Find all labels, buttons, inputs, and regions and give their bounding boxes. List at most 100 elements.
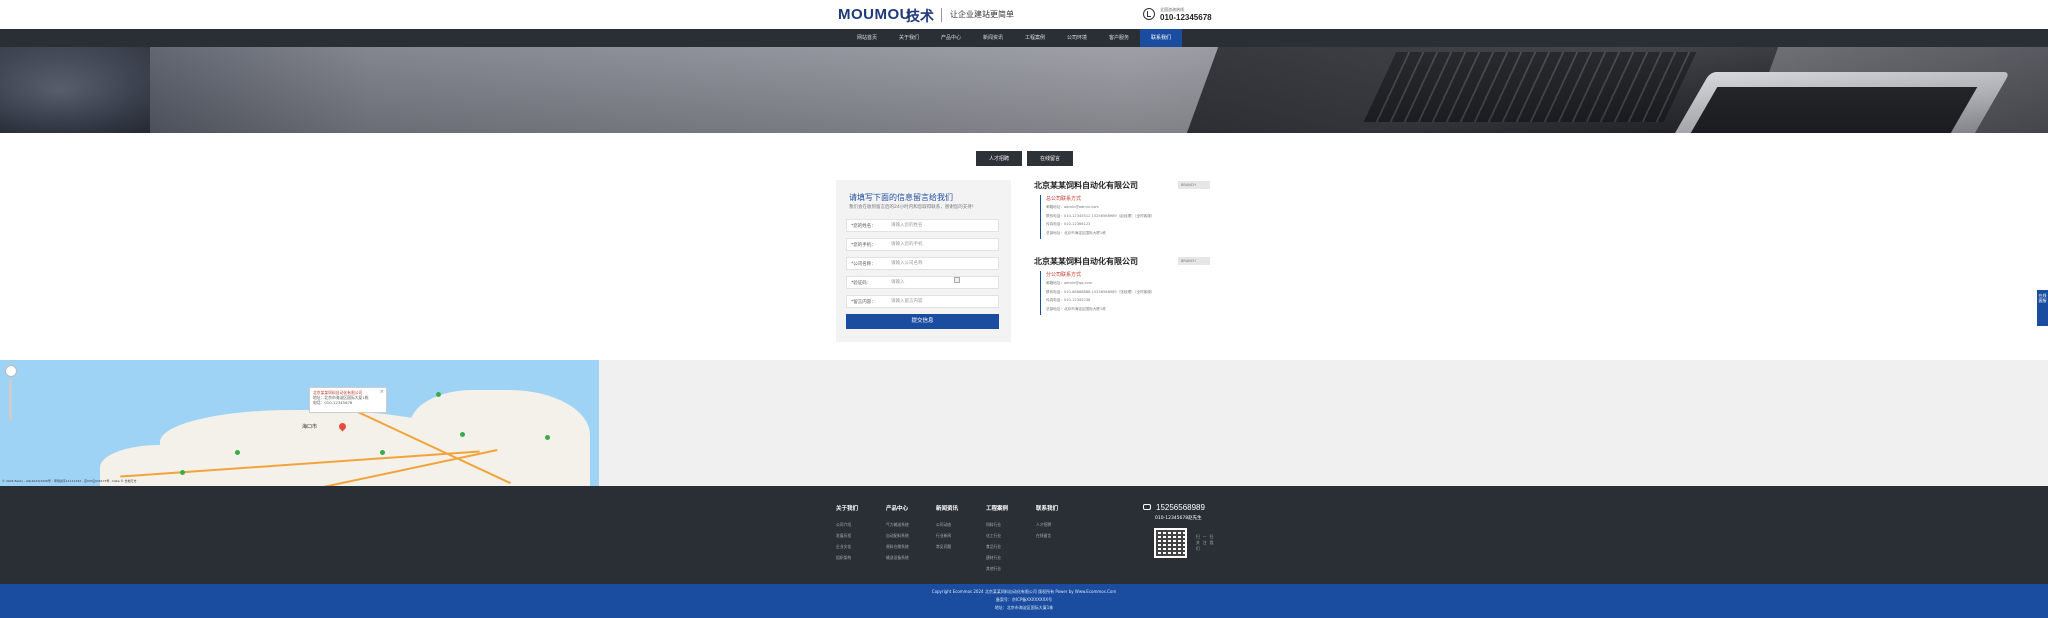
field-label: *验证码： [851, 281, 872, 286]
phone-icon [1143, 504, 1151, 510]
footer-link[interactable]: 公司介绍 [836, 522, 858, 528]
company-contact: 分公司联系方式 邮箱地址：admin@qq.com 联系电话：010-88888… [1040, 271, 1210, 315]
map-info-window: × 北京某某饲料自动化有限公司 地址：北京市海淀区国际大厦1栋 电话：010-1… [309, 387, 387, 413]
footer-link[interactable]: 自动配料系统 [886, 533, 909, 539]
map-poi [460, 432, 465, 437]
footer-link[interactable]: 企业文化 [836, 544, 858, 550]
footer-link[interactable]: 食品行业 [986, 544, 1008, 550]
map-land-east [410, 390, 590, 486]
icp-line[interactable]: 备案号：京ICP备XXXXXXXX号 [0, 597, 2048, 603]
footer-phone: 15256568989 [1156, 503, 1205, 512]
contact-address: 总部地址：北京市海淀区国际大厦1栋 [1046, 230, 1106, 235]
contact-phone: 联系电话：010-88888888 15256568989（张经理）（全时客服） [1046, 289, 1155, 294]
slogan: 让企业建站更简单 [950, 10, 1014, 19]
footer-link[interactable]: 输送设备系统 [886, 555, 909, 561]
footer-link[interactable]: 原料仓储系统 [886, 544, 909, 550]
footer-col-title[interactable]: 产品中心 [886, 504, 909, 512]
side-service-tab[interactable]: 在线客服 [2037, 290, 2048, 326]
nav-item-cases[interactable]: 工程案例 [1014, 29, 1056, 47]
nav-item-news[interactable]: 新闻资讯 [972, 29, 1014, 47]
copyright-bar: Copyright Ecommos 2024 北京某某饲料自动化有限公司 版权所… [0, 584, 2048, 618]
footer [0, 486, 2048, 584]
field-label: *公司名称： [851, 262, 876, 267]
footer-link[interactable]: 发展历程 [836, 533, 858, 539]
map-poi [436, 392, 441, 397]
company-name: 北京某某饲料自动化有限公司 [1034, 181, 1138, 190]
baidu-map[interactable] [0, 360, 599, 486]
logo-text-cn[interactable]: 技术 [906, 6, 934, 26]
name-field[interactable]: *您的姓名： 请输入您的姓名 [846, 219, 999, 232]
footer-link[interactable]: 在线留言 [1036, 533, 1058, 539]
footer-col-cases: 工程案例 饲料行业 化工行业 食品行业 建材行业 其他行业 [986, 504, 1008, 577]
message-field[interactable]: *留言内容： 请输入留言内容 [846, 295, 999, 308]
footer-link[interactable]: 化工行业 [986, 533, 1008, 539]
nav-item-about[interactable]: 关于我们 [888, 29, 930, 47]
company-contact: 总公司联系方式 邮箱地址：admin@admin.com 联系电话：010-12… [1040, 195, 1210, 239]
tab-talent[interactable]: 人才招聘 [976, 151, 1022, 166]
map-poi [235, 450, 240, 455]
footer-link[interactable]: 组织架构 [836, 555, 858, 561]
company-input[interactable]: 请输入公司名称 [891, 260, 991, 268]
company-name: 北京某某饲料自动化有限公司 [1034, 257, 1138, 266]
footer-col-title[interactable]: 联系我们 [1036, 504, 1058, 512]
map-poi [180, 470, 185, 475]
qr-code-pattern [1156, 530, 1185, 556]
phone-input[interactable]: 请输入您的手机 [891, 241, 991, 249]
info-phone: 电话：010-12345678 [313, 400, 353, 405]
footer-col-title[interactable]: 关于我们 [836, 504, 858, 512]
nav-item-service[interactable]: 客户服务 [1098, 29, 1140, 47]
copyright-line: Copyright Ecommos 2024 北京某某饲料自动化有限公司 版权所… [931, 589, 1117, 594]
phone-field[interactable]: *您的手机： 请输入您的手机 [846, 238, 999, 251]
footer-col-title[interactable]: 工程案例 [986, 504, 1008, 512]
contact-email: 邮箱地址：admin@qq.com [1046, 281, 1093, 285]
map-right-panel [599, 360, 2048, 486]
qr-caption: 们 [1196, 546, 1203, 551]
name-input[interactable]: 请输入您的姓名 [891, 222, 991, 230]
footer-link[interactable]: 建材行业 [986, 555, 1008, 561]
address-line: 地址：北京市海淀区国际大厦1栋 [994, 605, 1054, 610]
main-nav: 网站首页 关于我们 产品中心 新闻资讯 工程案例 公司环境 客户服务 联系我们 [0, 29, 2048, 47]
captcha-input[interactable]: 请输入 [891, 279, 941, 287]
contact-fax: 传真电话：010-12366123 [1046, 222, 1091, 226]
footer-link[interactable]: 行业新闻 [936, 533, 958, 539]
contact-address: 总部地址：北京市海淀区国际大厦1栋 [1046, 306, 1106, 311]
footer-link[interactable]: 人才招聘 [1036, 522, 1058, 528]
field-label: *您的手机： [851, 243, 876, 248]
captcha-field[interactable]: *验证码： 请输入 [846, 276, 999, 289]
logo-text-en[interactable]: MOUMOU [838, 6, 911, 23]
form-title: 请填写下面的信息留言给我们 [849, 193, 953, 202]
map-city-label: 海口市 [302, 424, 318, 430]
nav-item-products[interactable]: 产品中心 [930, 29, 972, 47]
message-textarea[interactable]: 请输入留言内容 [891, 298, 991, 306]
company-field[interactable]: *公司名称： 请输入公司名称 [846, 257, 999, 270]
contact-phone: 联系电话：010-12345512 15256568989（赵经理）（全时客服） [1046, 213, 1155, 218]
footer-col-news: 新闻资讯 公司动态 行业新闻 常见问题 [936, 504, 958, 555]
footer-link[interactable]: 公司动态 [936, 522, 958, 528]
close-icon[interactable]: × [380, 389, 384, 395]
footer-link[interactable]: 其他行业 [986, 566, 1008, 572]
nav-item-home[interactable]: 网站首页 [846, 29, 888, 47]
submit-button[interactable]: 提交信息 [846, 314, 999, 329]
top-bar: MOUMOU 技术 让企业建站更简单 全国咨询热线 010-12345678 [0, 0, 2048, 29]
banner-overlay [0, 47, 2048, 133]
captcha-image[interactable] [954, 277, 960, 283]
qr-code [1154, 528, 1187, 558]
nav-item-environment[interactable]: 公司环境 [1056, 29, 1098, 47]
footer-col-title[interactable]: 新闻资讯 [936, 504, 958, 512]
contact-title: 分公司联系方式 [1046, 272, 1082, 278]
contact-fax: 传真电话：010-12345236 [1046, 298, 1091, 302]
tab-message[interactable]: 在线留言 [1027, 151, 1073, 166]
contact-title: 总公司联系方式 [1046, 196, 1082, 202]
footer-link[interactable]: 饲料行业 [986, 522, 1008, 528]
hotline-number: 010-12345678 [1160, 13, 1212, 22]
footer-link[interactable]: 气力输送系统 [886, 522, 909, 528]
footer-col-contact: 联系我们 人才招聘 在线留言 [1036, 504, 1058, 544]
field-label: *留言内容： [851, 300, 876, 305]
nav-item-contact[interactable]: 联系我们 [1140, 29, 1182, 47]
form-subtitle: 我们会在收到留言后的24小时内和您取得联系，感谢您的支持！ [849, 205, 977, 210]
phone-icon [1143, 8, 1155, 20]
map-zoom-slider[interactable] [9, 380, 12, 420]
map-copyright: © 2024 Baidu - GS(2023)3206号 - 甲测资字11111… [2, 479, 137, 483]
footer-link[interactable]: 常见问题 [936, 544, 958, 550]
map-pan-control[interactable] [5, 365, 17, 377]
